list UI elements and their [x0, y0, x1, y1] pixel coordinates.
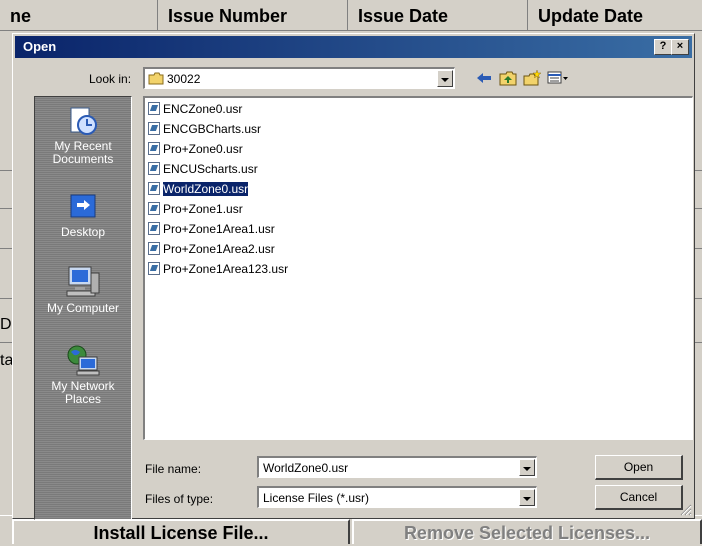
file-item[interactable]: Pro+Zone1Area2.usr: [148, 241, 275, 258]
network-places-icon: [67, 345, 100, 376]
look-in-dropdown-arrow[interactable]: [437, 70, 453, 87]
background-row-line: [695, 248, 702, 249]
cancel-button[interactable]: Cancel: [595, 485, 683, 510]
usr-file-icon: [148, 262, 160, 275]
look-in-value: 30022: [167, 72, 201, 86]
usr-file-icon: [148, 242, 160, 255]
place-my-recent-documents[interactable]: My Recent Documents: [35, 105, 131, 166]
look-in-combo[interactable]: 30022: [143, 67, 455, 89]
remove-selected-licenses-button[interactable]: Remove Selected Licenses...: [352, 519, 702, 544]
dialog-title-bar[interactable]: Open ? ×: [15, 36, 692, 58]
usr-file-icon: [148, 162, 160, 175]
background-row-line: [0, 298, 12, 299]
new-folder-icon[interactable]: [523, 70, 541, 86]
file-type-combo[interactable]: License Files (*.usr): [257, 486, 537, 508]
place-desktop[interactable]: Desktop: [35, 191, 131, 239]
up-folder-icon[interactable]: [499, 70, 517, 86]
usr-file-icon: [148, 202, 160, 215]
my-computer-icon: [66, 266, 100, 297]
file-type-value: License Files (*.usr): [263, 491, 370, 505]
folder-icon: [148, 72, 164, 85]
file-name-dropdown-arrow[interactable]: [519, 459, 535, 476]
file-name-input[interactable]: WorldZone0.usr: [263, 461, 348, 475]
background-row-line: [0, 208, 12, 209]
column-header-issue-number[interactable]: Issue Number: [158, 0, 348, 30]
back-arrow-icon[interactable]: [475, 70, 493, 86]
place-my-network-places[interactable]: My Network Places: [35, 343, 131, 406]
open-button[interactable]: Open: [595, 455, 683, 480]
background-row-line: [0, 342, 12, 343]
column-header-name[interactable]: ne: [0, 0, 158, 30]
usr-file-icon: [148, 222, 160, 235]
place-label: My Network Places: [51, 379, 115, 406]
places-bar: My Recent Documents Desktop My Computer: [34, 96, 132, 520]
file-item[interactable]: Pro+Zone0.usr: [148, 141, 243, 158]
place-label: My Computer: [46, 301, 120, 315]
usr-file-icon: [148, 142, 160, 155]
dialog-title: Open: [23, 39, 57, 54]
file-type-label: Files of type:: [145, 492, 214, 506]
help-button[interactable]: ?: [654, 39, 672, 55]
background-table-header: ne Issue Number Issue Date Update Date: [0, 0, 702, 31]
place-my-computer[interactable]: My Computer: [35, 265, 131, 315]
file-item[interactable]: ENCGBCharts.usr: [148, 121, 261, 138]
background-row-line: [695, 342, 702, 343]
resize-grip-icon[interactable]: [680, 504, 692, 516]
file-type-dropdown-arrow[interactable]: [519, 489, 535, 506]
background-row-line: [0, 248, 12, 249]
file-name-combo[interactable]: WorldZone0.usr: [257, 456, 537, 478]
file-list[interactable]: ENCZone0.usr ENCGBCharts.usr Pro+Zone0.u…: [143, 96, 693, 440]
desktop-icon: [70, 194, 96, 218]
place-label: Desktop: [60, 225, 106, 239]
recent-documents-icon: [70, 107, 97, 135]
file-item[interactable]: Pro+Zone1.usr: [148, 201, 243, 218]
usr-file-icon: [148, 122, 160, 135]
look-in-label: Look in:: [89, 72, 132, 86]
column-header-issue-date[interactable]: Issue Date: [348, 0, 528, 30]
file-item[interactable]: Pro+Zone1Area1.usr: [148, 221, 275, 238]
file-name-label: File name:: [145, 462, 202, 476]
file-item[interactable]: ENCZone0.usr: [148, 101, 242, 118]
background-row-line: [0, 170, 12, 171]
usr-file-icon: [148, 182, 160, 195]
background-row-line: [695, 298, 702, 299]
usr-file-icon: [148, 102, 160, 115]
open-dialog: Open ? × Look in: 30022 My Recent Docume…: [12, 33, 695, 520]
install-license-button[interactable]: Install License File...: [12, 519, 350, 544]
file-item-selected[interactable]: WorldZone0.usr: [148, 181, 250, 198]
view-menu-icon[interactable]: [547, 70, 569, 86]
background-row-fragment: D: [0, 316, 12, 333]
file-item[interactable]: Pro+Zone1Area123.usr: [148, 261, 288, 278]
background-row-line: [695, 208, 702, 209]
column-header-update-date[interactable]: Update Date: [528, 0, 702, 30]
close-button[interactable]: ×: [671, 39, 689, 55]
file-item[interactable]: ENCUScharts.usr: [148, 161, 258, 178]
background-row-line: [695, 170, 702, 171]
place-label: My Recent Documents: [52, 139, 114, 166]
